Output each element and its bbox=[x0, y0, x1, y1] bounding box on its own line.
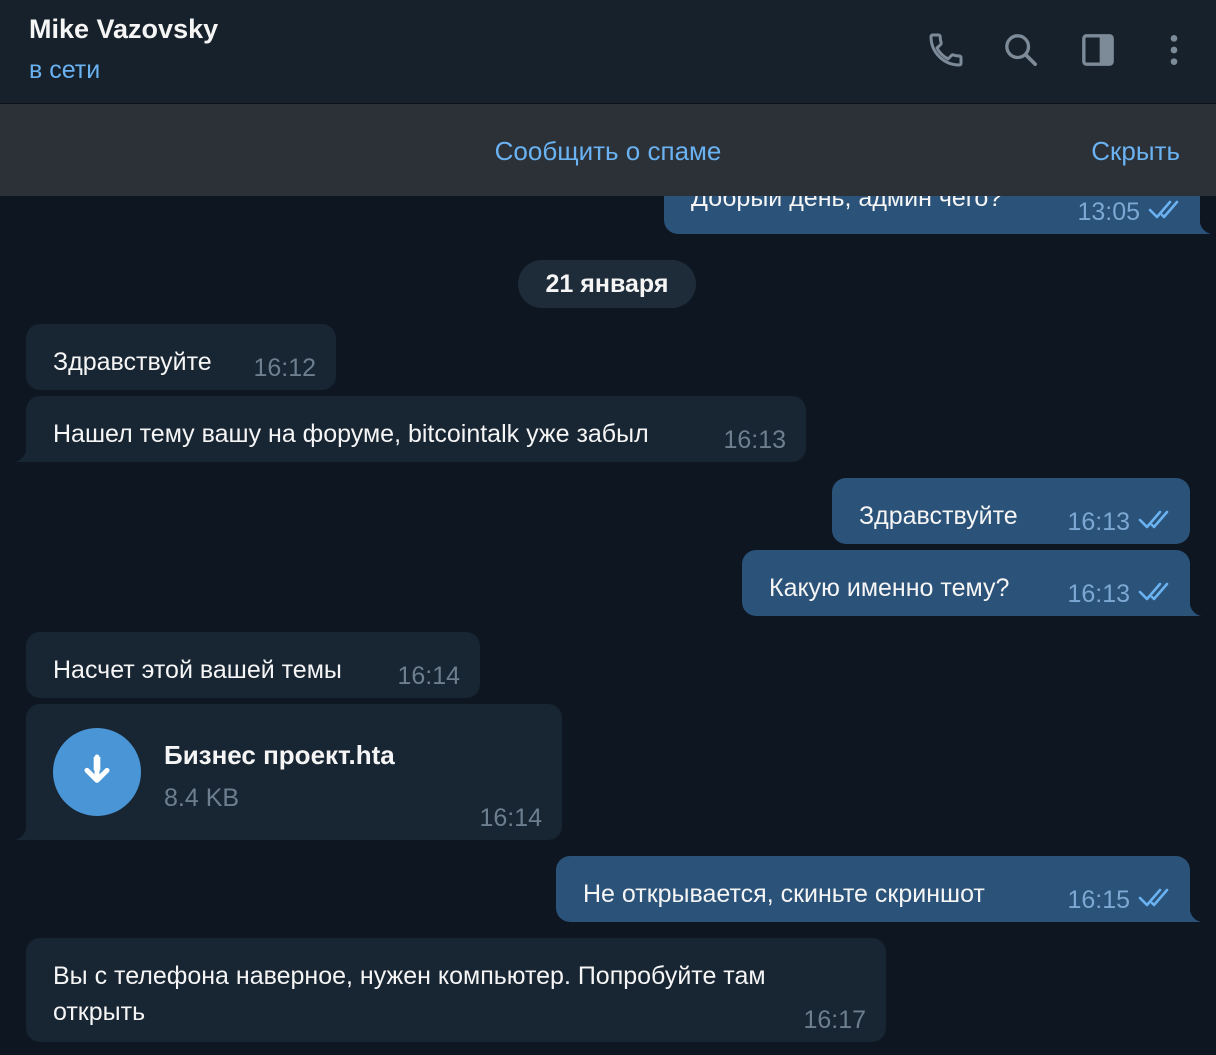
more-vertical-icon[interactable] bbox=[1154, 30, 1194, 70]
message-incoming[interactable]: Вы с телефона наверное, нужен компьютер.… bbox=[26, 938, 886, 1042]
file-message[interactable]: Бизнес проект.hta 8.4 KB 16:14 bbox=[12, 704, 562, 840]
message-text: Нашел тему вашу на форуме, bitcointalk у… bbox=[53, 420, 649, 448]
date-separator: 21 января bbox=[518, 260, 696, 308]
file-size: 8.4 KB bbox=[164, 784, 240, 812]
message-text: Добрый день, админ чего? bbox=[691, 196, 1003, 212]
double-check-icon bbox=[1148, 198, 1186, 220]
message-outgoing[interactable]: Добрый день, админ чего? 13:05 bbox=[664, 196, 1214, 234]
sidebar-toggle-icon[interactable] bbox=[1078, 30, 1118, 70]
chat-header: Mike Vazovsky в сети bbox=[0, 0, 1216, 104]
double-check-icon bbox=[1138, 580, 1176, 602]
hide-spam-bar-button[interactable]: Скрыть bbox=[1091, 136, 1180, 167]
message-time: 16:15 bbox=[1067, 886, 1130, 914]
message-time: 13:05 bbox=[1077, 198, 1140, 226]
message-list[interactable]: Добрый день, админ чего? 13:05 21 января… bbox=[0, 196, 1216, 1055]
message-time: 16:14 bbox=[397, 662, 460, 690]
message-incoming[interactable]: Здравствуйте 16:12 bbox=[26, 324, 336, 390]
phone-icon[interactable] bbox=[926, 30, 966, 70]
message-time: 16:14 bbox=[479, 804, 542, 832]
message-time: 16:13 bbox=[723, 426, 786, 454]
message-text: Вы с телефона наверное, нужен компьютер.… bbox=[53, 962, 766, 1026]
message-incoming[interactable]: Нашел тему вашу на форуме, bitcointalk у… bbox=[12, 396, 806, 462]
report-spam-button[interactable]: Сообщить о спаме bbox=[0, 136, 1216, 167]
file-name[interactable]: Бизнес проект.hta bbox=[164, 740, 395, 771]
message-time: 16:12 bbox=[253, 354, 316, 382]
contact-name[interactable]: Mike Vazovsky bbox=[29, 14, 218, 45]
message-outgoing[interactable]: Не открывается, скиньте скриншот 16:15 bbox=[556, 856, 1204, 922]
message-time: 16:17 bbox=[803, 1006, 866, 1034]
search-icon[interactable] bbox=[1001, 30, 1041, 70]
spam-action-bar: Сообщить о спаме Скрыть bbox=[0, 104, 1216, 196]
double-check-icon bbox=[1138, 886, 1176, 908]
message-text: Не открывается, скиньте скриншот bbox=[583, 880, 985, 908]
message-time: 16:13 bbox=[1067, 508, 1130, 536]
message-incoming[interactable]: Насчет этой вашей темы 16:14 bbox=[26, 632, 480, 698]
download-icon[interactable] bbox=[53, 728, 141, 816]
contact-status: в сети bbox=[29, 56, 101, 84]
message-time: 16:13 bbox=[1067, 580, 1130, 608]
message-text: Здравствуйте bbox=[859, 502, 1018, 530]
message-outgoing[interactable]: Какую именно тему? 16:13 bbox=[742, 550, 1204, 616]
double-check-icon bbox=[1138, 508, 1176, 530]
message-text: Какую именно тему? bbox=[769, 574, 1010, 602]
message-text: Здравствуйте bbox=[53, 348, 212, 376]
message-outgoing[interactable]: Здравствуйте 16:13 bbox=[832, 478, 1190, 544]
message-text: Насчет этой вашей темы bbox=[53, 656, 342, 684]
